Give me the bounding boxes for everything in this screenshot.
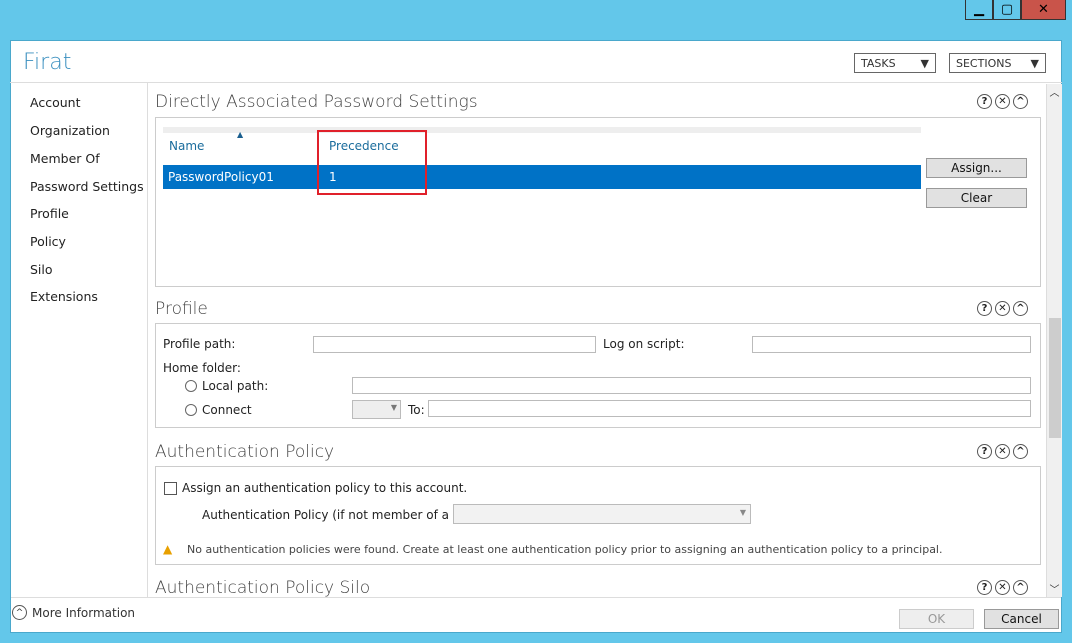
sidebar-nav: Account Organization Member Of Password … [10,82,148,597]
tasks-label: TASKS [861,56,896,70]
home-folder-label: Home folder: [163,361,241,375]
drive-letter-select[interactable]: ▼ [352,400,401,419]
nav-organization[interactable]: Organization [30,123,110,138]
minimize-button[interactable]: ▁ [965,0,993,20]
nav-member-of[interactable]: Member Of [30,151,100,166]
connect-label: Connect [202,403,252,417]
scrollbar-thumb[interactable] [1049,318,1061,438]
remove-section-icon[interactable]: ✕ [995,301,1010,316]
assign-button[interactable]: Assign... [926,158,1027,178]
logon-script-label: Log on script: [603,337,685,351]
section-title-auth-policy: Authentication Policy [155,442,335,462]
section-controls: ? ✕ ^ [977,580,1028,595]
to-label: To: [408,403,425,417]
dropdown-arrow-icon: ▼ [390,403,397,412]
expand-info-icon[interactable]: ^ [12,605,27,620]
cell-name: PasswordPolicy01 [168,170,274,184]
nav-extensions[interactable]: Extensions [30,289,98,304]
warning-icon: ▲ [163,542,173,556]
section-controls: ? ✕ ^ [977,444,1028,459]
dropdown-arrow-icon: ▼ [739,508,746,517]
dropdown-arrow-icon: ▼ [1030,56,1039,70]
clear-button[interactable]: Clear [926,188,1027,208]
password-settings-panel [155,117,1041,287]
warning-text: No authentication policies were found. C… [187,543,943,556]
minimize-icon: ▁ [974,2,984,17]
local-path-radio[interactable] [185,380,197,392]
column-header-name[interactable]: Name [169,139,204,153]
remove-section-icon[interactable]: ✕ [995,580,1010,595]
collapse-icon[interactable]: ^ [1013,580,1028,595]
connect-radio[interactable] [185,404,197,416]
section-controls: ? ✕ ^ [977,301,1028,316]
nav-password-settings[interactable]: Password Settings [30,179,144,194]
table-row[interactable]: PasswordPolicy01 1 [163,165,921,189]
window-title: Firat [23,50,72,75]
nav-profile[interactable]: Profile [30,206,69,221]
section-title-silo: Authentication Policy Silo [155,578,371,598]
assign-policy-label: Assign an authentication policy to this … [182,481,468,495]
local-path-label: Local path: [202,379,269,393]
collapse-icon[interactable]: ^ [1013,444,1028,459]
profile-path-label: Profile path: [163,337,236,351]
policy-select-label: Authentication Policy (if not member of … [202,508,484,522]
section-controls: ? ✕ ^ [977,94,1028,109]
help-icon[interactable]: ? [977,94,992,109]
section-title-password-settings: Directly Associated Password Settings [155,92,478,112]
maximize-button[interactable]: ▢ [993,0,1021,20]
remove-section-icon[interactable]: ✕ [995,94,1010,109]
help-icon[interactable]: ? [977,301,992,316]
nav-account[interactable]: Account [30,95,80,110]
logon-script-input[interactable] [752,336,1031,353]
sections-label: SECTIONS [956,56,1012,70]
local-path-input[interactable] [352,377,1031,394]
sections-dropdown[interactable]: SECTIONS ▼ [949,53,1046,73]
collapse-icon[interactable]: ^ [1013,301,1028,316]
close-window-button[interactable]: ✕ [1021,0,1066,20]
connect-to-input[interactable] [428,400,1031,417]
profile-path-input[interactable] [313,336,596,353]
close-icon: ✕ [1038,2,1049,17]
help-icon[interactable]: ? [977,444,992,459]
help-icon[interactable]: ? [977,580,992,595]
assign-policy-checkbox[interactable] [164,482,177,495]
vertical-scrollbar[interactable]: ︿ ﹀ [1046,84,1062,597]
highlight-box [317,130,427,195]
remove-section-icon[interactable]: ✕ [995,444,1010,459]
section-title-profile: Profile [155,299,208,319]
sort-ascending-icon: ▲ [237,130,244,139]
ok-button[interactable]: OK [899,609,974,629]
nav-silo[interactable]: Silo [30,262,53,277]
maximize-icon: ▢ [1000,2,1014,17]
auth-policy-select[interactable]: ▼ [453,504,751,524]
collapse-icon[interactable]: ^ [1013,94,1028,109]
cancel-button[interactable]: Cancel [984,609,1059,629]
scroll-down-icon[interactable]: ﹀ [1047,581,1062,597]
tasks-dropdown[interactable]: TASKS ▼ [854,53,936,73]
dropdown-arrow-icon: ▼ [920,56,929,70]
more-information-link[interactable]: More Information [32,606,135,620]
nav-policy[interactable]: Policy [30,234,66,249]
scroll-up-icon[interactable]: ︿ [1047,84,1062,100]
